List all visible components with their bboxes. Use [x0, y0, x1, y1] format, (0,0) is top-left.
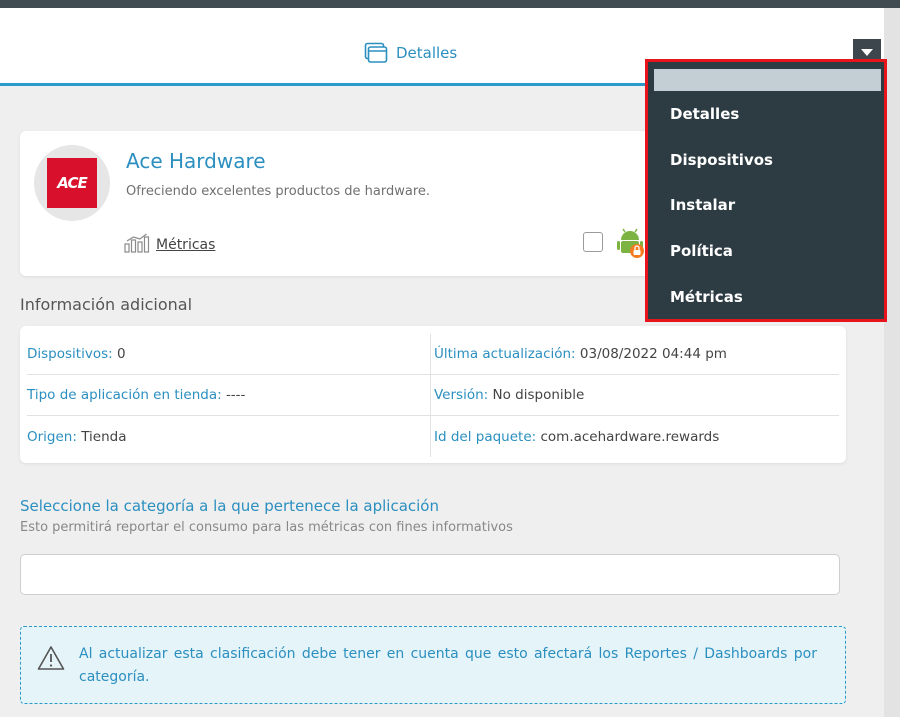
info-key: Dispositivos:	[27, 346, 113, 362]
app-description: Ofreciendo excelentes productos de hardw…	[126, 184, 431, 199]
info-key: Última actualización:	[434, 346, 576, 362]
android-lock-icon	[617, 228, 644, 258]
tab-detalles-label: Detalles	[396, 44, 458, 62]
tabs-dropdown-menu: Detalles Dispositivos Instalar Política …	[645, 59, 887, 322]
app-select-checkbox[interactable]	[583, 232, 603, 252]
info-row: Dispositivos: 0 Última actualización: 03…	[27, 334, 839, 375]
info-key: Tipo de aplicación en tienda:	[27, 387, 222, 403]
info-value: 03/08/2022 04:44 pm	[579, 346, 727, 362]
menu-item-metricas[interactable]: Métricas	[654, 274, 881, 320]
info-row: Tipo de aplicación en tienda: ---- Versi…	[27, 375, 839, 416]
info-value: com.acehardware.rewards	[540, 428, 720, 445]
info-cell: Tipo de aplicación en tienda: ----	[27, 375, 431, 415]
info-value: 0	[116, 346, 126, 362]
metrics-link-label: Métricas	[156, 237, 216, 253]
metrics-link[interactable]: Métricas	[124, 233, 215, 253]
app-name[interactable]: Ace Hardware	[126, 149, 266, 173]
info-cell: Id del paquete: com.acehardware.rewards	[431, 416, 719, 457]
menu-item-instalar[interactable]: Instalar	[654, 183, 881, 229]
category-title: Seleccione la categoría a la que pertene…	[20, 497, 439, 515]
menu-item-detalles[interactable]: Detalles	[654, 91, 881, 137]
bar-chart-icon	[124, 233, 150, 253]
warning-text: Al actualizar esta clasificación debe te…	[79, 646, 817, 685]
info-key: Id del paquete:	[434, 428, 537, 445]
info-value: No disponible	[492, 387, 585, 403]
category-subtitle: Esto permitirá reportar el consumo para …	[20, 520, 513, 535]
info-value: ----	[225, 387, 246, 403]
top-bar	[0, 0, 900, 8]
info-value: Tienda	[81, 428, 127, 445]
info-row: Origen: Tienda Id del paquete: com.aceha…	[27, 416, 839, 457]
info-cell: Dispositivos: 0	[27, 334, 431, 374]
menu-item-dispositivos[interactable]: Dispositivos	[654, 137, 881, 183]
info-cell: Última actualización: 03/08/2022 04:44 p…	[431, 334, 727, 374]
app-logo: ACE	[34, 145, 110, 221]
additional-info-table: Dispositivos: 0 Última actualización: 03…	[20, 326, 846, 463]
info-cell: Origen: Tienda	[27, 416, 431, 457]
dropdown-header	[654, 69, 881, 91]
dropdown-list: Detalles Dispositivos Instalar Política …	[654, 91, 881, 320]
additional-info-title: Información adicional	[20, 295, 193, 314]
info-key: Origen:	[27, 428, 77, 445]
category-input[interactable]	[20, 554, 840, 595]
tab-detalles[interactable]: Detalles	[364, 38, 457, 68]
caret-down-icon	[861, 48, 873, 56]
logo-text: ACE	[57, 174, 87, 192]
window-icon	[364, 42, 388, 63]
menu-item-politica[interactable]: Política	[654, 228, 881, 274]
warning-icon	[37, 646, 65, 670]
info-key: Versión:	[434, 387, 489, 403]
ace-logo-badge: ACE	[47, 158, 97, 208]
warning-alert: Al actualizar esta clasificación debe te…	[20, 626, 846, 704]
info-cell: Versión: No disponible	[431, 375, 584, 415]
